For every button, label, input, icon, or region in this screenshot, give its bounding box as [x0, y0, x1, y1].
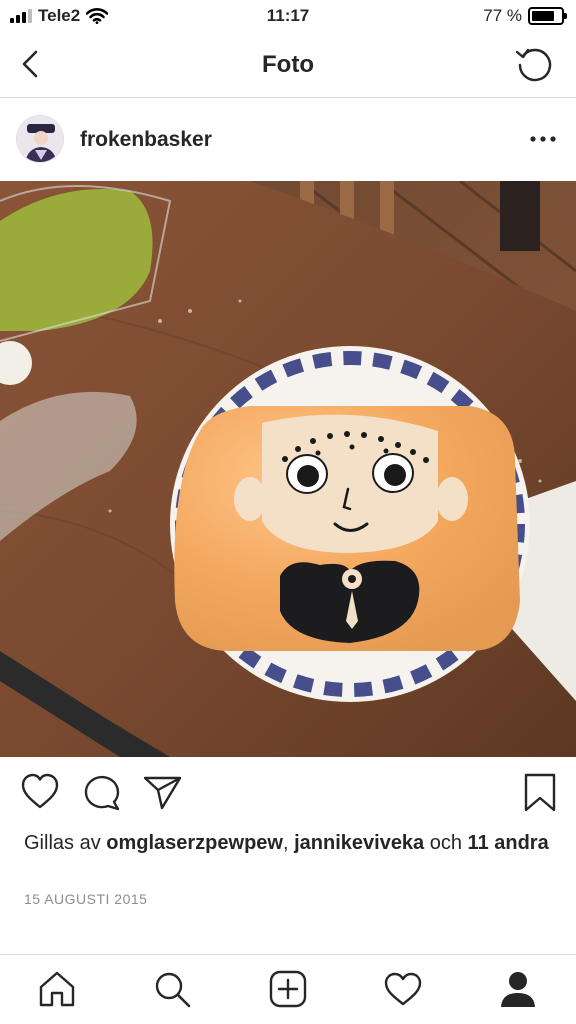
battery-percent: 77 %: [483, 6, 522, 25]
likes-conjunction: och: [424, 832, 468, 854]
post-photo[interactable]: [0, 181, 576, 757]
likes-others[interactable]: 11 andra: [468, 832, 549, 854]
liked-by-user-2[interactable]: jannikeviveka: [294, 832, 424, 854]
nav-bar: Foto: [0, 34, 576, 98]
post-date: 15 AUGUSTI 2015: [24, 891, 148, 907]
likes-separator: ,: [282, 832, 295, 854]
liked-by-user-1[interactable]: omglaserzpewpew: [106, 832, 283, 854]
bookmark-icon[interactable]: [518, 770, 562, 814]
battery-fill: [532, 11, 554, 21]
new-post-icon[interactable]: [268, 969, 308, 1009]
avatar[interactable]: [16, 115, 64, 163]
comment-icon[interactable]: [80, 770, 124, 814]
post-username[interactable]: frokenbasker: [80, 128, 212, 152]
battery-group: 77 %: [483, 6, 567, 26]
likes-summary: Gillas av omglaserzpewpew, jannikeviveka…: [24, 830, 554, 856]
send-icon[interactable]: [140, 770, 184, 814]
status-bar: Tele2 11:17 77 %: [0, 0, 576, 34]
cake-photo-illustration: [0, 181, 576, 757]
search-icon[interactable]: [152, 969, 192, 1009]
post-actions: [0, 770, 576, 818]
home-icon[interactable]: [37, 969, 77, 1009]
likes-prefix: Gillas av: [24, 832, 107, 854]
battery-icon: [528, 7, 567, 25]
avatar-image: [17, 116, 63, 162]
page-title: Foto: [262, 51, 314, 78]
activity-icon[interactable]: [383, 969, 423, 1009]
post-header: frokenbasker: [0, 99, 576, 181]
more-horizontal-icon[interactable]: [528, 127, 558, 151]
refresh-icon[interactable]: [514, 43, 556, 85]
tab-bar: [0, 954, 576, 1024]
profile-icon[interactable]: [498, 969, 538, 1009]
heart-outline-icon[interactable]: [18, 770, 62, 814]
